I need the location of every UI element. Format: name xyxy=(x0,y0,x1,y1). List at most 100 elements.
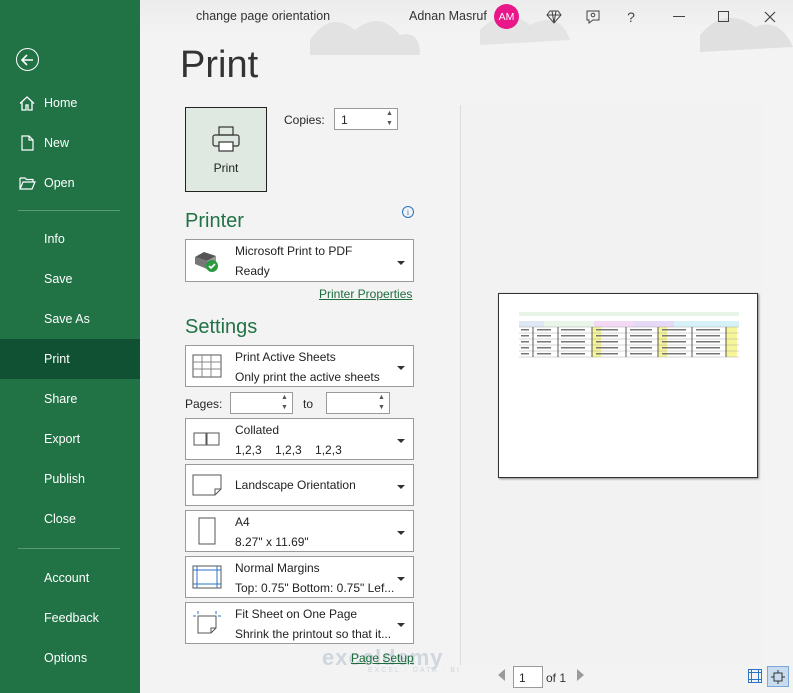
sheet-grid-icon xyxy=(190,351,224,381)
copies-stepper[interactable]: 1 ▲ ▼ xyxy=(334,108,398,130)
print-what-dropdown[interactable]: Print Active Sheets Only print the activ… xyxy=(185,345,414,387)
preview-page[interactable] xyxy=(498,293,758,478)
page-count: of 1 xyxy=(546,671,567,685)
sidebar-divider xyxy=(18,548,120,549)
pages-from-input[interactable]: ▲ ▼ xyxy=(230,392,293,414)
collation-dropdown[interactable]: Collated 1,2,3 1,2,3 1,2,3 xyxy=(185,418,414,460)
spin-up-icon[interactable]: ▲ xyxy=(385,110,394,118)
sidebar-item-label: New xyxy=(44,136,70,150)
sidebar-divider xyxy=(18,210,120,211)
spin-up-icon[interactable]: ▲ xyxy=(377,394,386,402)
margins-dropdown[interactable]: Normal Margins Top: 0.75" Bottom: 0.75" … xyxy=(185,556,414,598)
sidebar-item-print[interactable]: Print xyxy=(0,339,140,379)
sidebar-item-share[interactable]: Share xyxy=(0,379,140,419)
chevron-down-icon xyxy=(397,577,405,581)
page-setup-link[interactable]: Page Setup xyxy=(351,651,414,665)
sidebar-item-new[interactable]: New xyxy=(0,123,140,163)
help-icon[interactable]: ? xyxy=(620,6,642,28)
sidebar-item-close[interactable]: Close xyxy=(0,499,140,539)
setting-line1: Fit Sheet on One Page xyxy=(235,607,358,621)
printer-properties-link[interactable]: Printer Properties xyxy=(319,287,412,301)
spin-down-icon[interactable]: ▼ xyxy=(377,404,386,412)
sidebar-item-feedback[interactable]: Feedback xyxy=(0,598,140,638)
sidebar-item-save-as[interactable]: Save As xyxy=(0,299,140,339)
setting-line1: Collated xyxy=(235,423,280,437)
page-title: Print xyxy=(180,44,259,86)
pages-to-label: to xyxy=(303,397,314,411)
chevron-down-icon xyxy=(397,623,405,627)
panel-divider xyxy=(460,105,461,665)
folder-open-icon xyxy=(18,174,36,192)
paper-size-dropdown[interactable]: A4 8.27" x 11.69" xyxy=(185,510,414,552)
setting-line2: Top: 0.75" Bottom: 0.75" Lef... xyxy=(235,581,395,595)
close-icon[interactable] xyxy=(759,6,781,28)
setting-line2: Only print the active sheets xyxy=(235,370,380,384)
back-button[interactable] xyxy=(16,48,39,71)
sidebar-item-account[interactable]: Account xyxy=(0,558,140,598)
new-document-icon xyxy=(18,134,36,152)
sidebar-item-publish[interactable]: Publish xyxy=(0,459,140,499)
spin-down-icon[interactable]: ▼ xyxy=(280,404,289,412)
maximize-icon[interactable] xyxy=(713,6,735,28)
sidebar-item-label: Share xyxy=(44,392,78,406)
sidebar-item-label: Account xyxy=(44,571,90,585)
sidebar-item-label: Save xyxy=(44,272,73,286)
pages-label: Pages: xyxy=(185,397,223,411)
show-margins-icon[interactable] xyxy=(748,669,762,686)
sidebar-item-export[interactable]: Export xyxy=(0,419,140,459)
avatar[interactable]: AM xyxy=(494,4,519,29)
setting-line1: Landscape Orientation xyxy=(235,478,356,492)
scaling-dropdown[interactable]: Fit Sheet on One Page Shrink the printou… xyxy=(185,602,414,644)
portrait-page-icon xyxy=(190,516,224,546)
print-button-label: Print xyxy=(213,160,239,175)
user-name: Adnan Masruf xyxy=(409,9,487,23)
fit-sheet-icon xyxy=(190,608,224,638)
window-title: change page orientation xyxy=(196,9,331,23)
info-icon[interactable]: i xyxy=(402,206,414,218)
sidebar-item-label: Export xyxy=(44,432,81,446)
title-bar: change page orientation Adnan Masruf AM … xyxy=(140,0,793,55)
coauthor-icon[interactable] xyxy=(582,6,604,28)
printer-section-title: Printer xyxy=(185,210,244,232)
next-page-icon[interactable] xyxy=(576,668,585,685)
setting-line1: A4 xyxy=(235,515,250,529)
print-button[interactable]: Print xyxy=(185,107,267,192)
chevron-down-icon xyxy=(397,485,405,489)
spin-down-icon[interactable]: ▼ xyxy=(385,120,394,128)
pages-to-input[interactable]: ▲ ▼ xyxy=(326,392,390,414)
setting-line1: Print Active Sheets xyxy=(235,350,336,364)
sidebar-item-label: Save As xyxy=(44,312,90,326)
diamond-icon[interactable] xyxy=(543,6,565,28)
spin-up-icon[interactable]: ▲ xyxy=(280,394,289,402)
setting-line2: 8.27" x 11.69" xyxy=(235,535,309,549)
backstage-sidebar: Home New Open Info Save Save As Print Sh… xyxy=(0,0,140,693)
printer-name: Microsoft Print to PDF xyxy=(235,244,353,258)
sidebar-item-label: Publish xyxy=(44,472,85,486)
zoom-to-page-icon[interactable] xyxy=(767,666,789,687)
printer-dropdown[interactable]: Microsoft Print to PDF Ready xyxy=(185,239,414,282)
setting-line2: Shrink the printout so that it... xyxy=(235,627,392,641)
sidebar-item-options[interactable]: Options xyxy=(0,638,140,678)
chevron-down-icon xyxy=(397,260,405,265)
collated-icon xyxy=(190,424,224,454)
sidebar-item-label: Print xyxy=(44,352,70,366)
minimize-icon[interactable] xyxy=(668,6,690,28)
orientation-dropdown[interactable]: Landscape Orientation xyxy=(185,464,414,506)
watermark-tagline: EXCEL · DATA · BI xyxy=(368,667,461,674)
sidebar-item-label: Close xyxy=(44,512,76,526)
settings-section-title: Settings xyxy=(185,316,258,338)
sidebar-item-label: Feedback xyxy=(44,611,99,625)
sidebar-item-save[interactable]: Save xyxy=(0,259,140,299)
chevron-down-icon xyxy=(397,366,405,370)
copies-label: Copies: xyxy=(284,113,325,127)
home-icon xyxy=(18,94,36,112)
sidebar-item-label: Options xyxy=(44,651,88,665)
previous-page-icon[interactable] xyxy=(497,668,506,685)
sidebar-item-home[interactable]: Home xyxy=(0,83,140,123)
chevron-down-icon xyxy=(397,531,405,535)
sidebar-item-info[interactable]: Info xyxy=(0,219,140,259)
printer-status: Ready xyxy=(235,264,270,278)
sidebar-item-open[interactable]: Open xyxy=(0,163,140,203)
landscape-page-icon xyxy=(190,470,224,500)
current-page-input[interactable]: 1 xyxy=(513,666,543,688)
